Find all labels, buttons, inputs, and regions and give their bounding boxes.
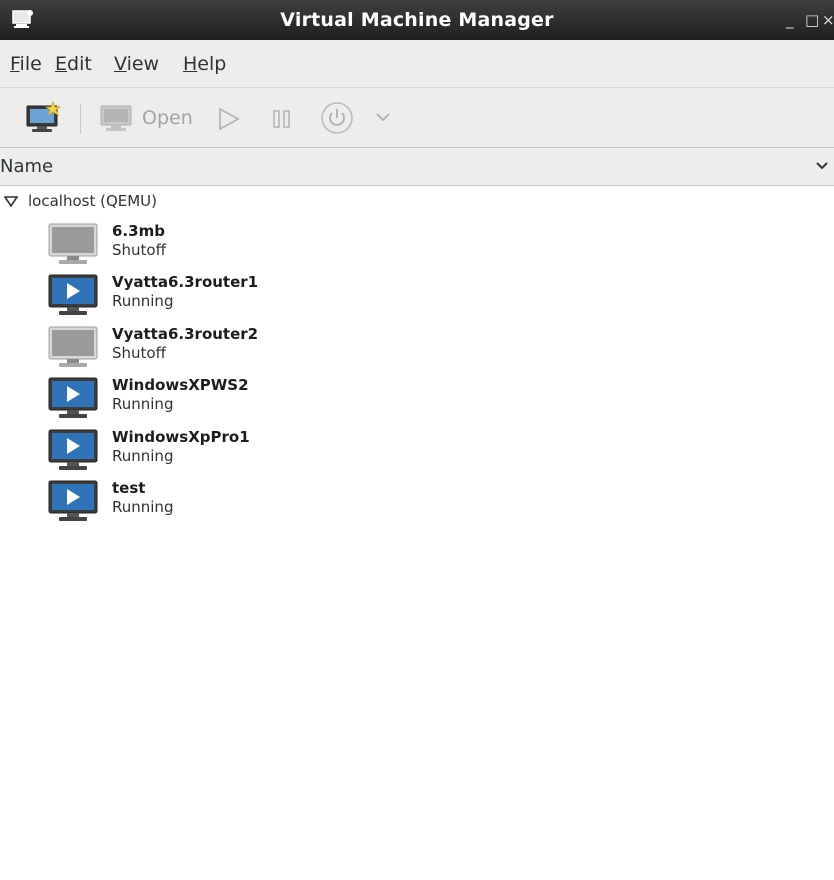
toolbar: Open	[0, 88, 834, 148]
vm-name: test	[112, 479, 146, 497]
maximize-button[interactable]: □	[805, 0, 819, 40]
vm-running-icon	[48, 377, 98, 418]
window-title: Virtual Machine Manager	[280, 9, 554, 31]
vm-name: WindowsXPWS2	[112, 376, 249, 394]
toolbar-separator	[80, 104, 81, 134]
menu-help[interactable]: Help	[183, 40, 226, 88]
column-name-header[interactable]: Name	[0, 148, 53, 186]
play-icon[interactable]	[216, 106, 242, 132]
menu-bar: File Edit View Help	[0, 40, 834, 88]
vm-status: Running	[112, 447, 174, 465]
vm-name: Vyatta6.3router2	[112, 325, 259, 343]
close-button[interactable]: ×	[822, 0, 834, 40]
monitor-icon	[100, 105, 132, 131]
vm-row[interactable]: Vyatta6.3router1 Running	[0, 270, 834, 321]
menu-edit[interactable]: Edit	[55, 40, 92, 88]
open-button[interactable]: Open	[100, 102, 193, 134]
vm-row[interactable]: 6.3mb Shutoff	[0, 219, 834, 270]
vm-status: Shutoff	[112, 344, 166, 362]
vm-row[interactable]: WindowsXpPro1 Running	[0, 425, 834, 476]
vm-row[interactable]: Vyatta6.3router2 Shutoff	[0, 322, 834, 373]
expander-triangle-icon[interactable]	[4, 196, 18, 207]
menu-view[interactable]: View	[114, 40, 159, 88]
vm-running-icon	[48, 480, 98, 521]
vm-running-icon	[48, 274, 98, 315]
vm-running-icon	[48, 429, 98, 470]
vm-name: 6.3mb	[112, 222, 165, 240]
new-vm-icon[interactable]	[26, 101, 62, 133]
open-button-label: Open	[142, 107, 193, 129]
pause-icon[interactable]	[270, 106, 294, 132]
menu-file[interactable]: File	[10, 40, 42, 88]
vm-status: Running	[112, 498, 174, 516]
power-icon[interactable]	[320, 101, 354, 135]
vm-list: localhost (QEMU) 6.3mb Shutoff Vyatta6.3…	[0, 186, 834, 880]
column-header: Name	[0, 148, 834, 186]
chevron-down-icon[interactable]	[374, 110, 392, 124]
vm-shutoff-icon	[48, 326, 98, 367]
vm-status: Shutoff	[112, 241, 166, 259]
vm-name: Vyatta6.3router1	[112, 273, 259, 291]
vm-status: Running	[112, 395, 174, 413]
connection-row[interactable]: localhost (QEMU)	[0, 186, 834, 216]
title-bar[interactable]: Virtual Machine Manager _ □ ×	[0, 0, 834, 40]
minimize-button[interactable]: _	[786, 0, 794, 40]
vm-status: Running	[112, 292, 174, 310]
vm-shutoff-icon	[48, 223, 98, 264]
vm-row[interactable]: test Running	[0, 476, 834, 527]
vm-name: WindowsXpPro1	[112, 428, 250, 446]
chevron-down-icon[interactable]	[815, 160, 829, 172]
connection-label: localhost (QEMU)	[28, 192, 158, 210]
vm-row[interactable]: WindowsXPWS2 Running	[0, 373, 834, 424]
